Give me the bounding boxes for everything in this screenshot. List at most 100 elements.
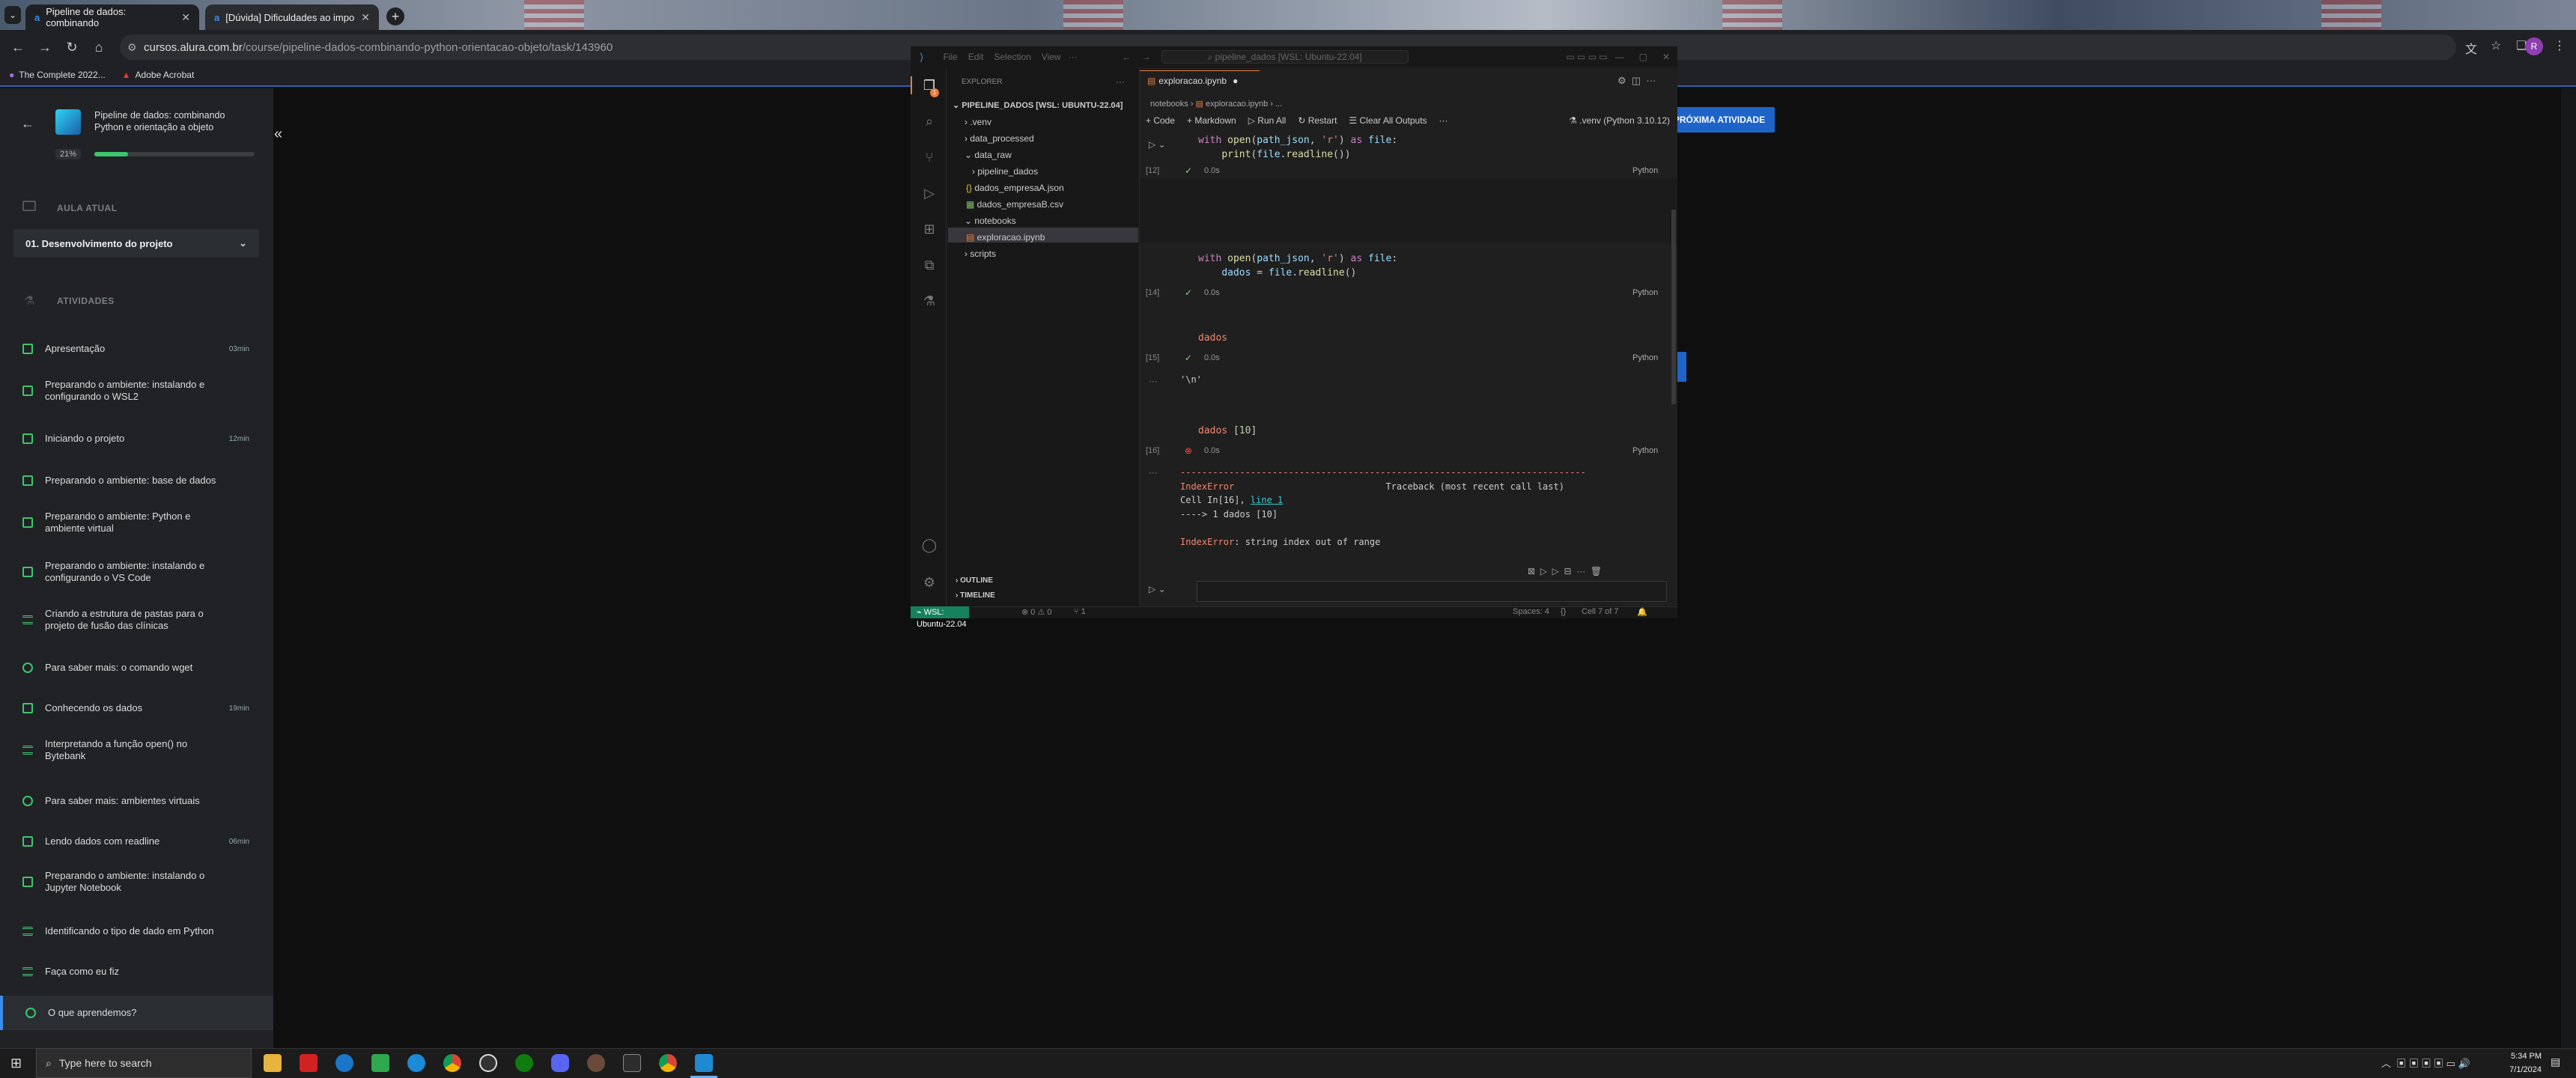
nav-back-icon[interactable]: ←: [1123, 52, 1131, 62]
activity-item[interactable]: Para saber mais: ambientes virtuais: [0, 788, 273, 814]
back-icon[interactable]: ←: [4, 40, 31, 55]
terminal-icon[interactable]: [623, 1054, 641, 1072]
tree-folder-notebooks[interactable]: ⌄ notebooks: [965, 216, 1016, 226]
tree-folder-data-raw[interactable]: ⌄ data_raw: [965, 150, 1012, 160]
activity-item[interactable]: Para saber mais: o comando wget: [0, 654, 273, 681]
menu-edit[interactable]: Edit: [968, 52, 984, 62]
code-cell[interactable]: with open(path_json, 'r') as file: print…: [1198, 133, 1677, 162]
remote-explorer-icon[interactable]: ⧉: [921, 258, 938, 274]
bookmark-item[interactable]: The Complete 2022...: [19, 70, 105, 80]
nav-forward-icon[interactable]: →: [1142, 52, 1151, 62]
extensions-icon[interactable]: ⊞: [921, 222, 938, 238]
activity-item[interactable]: Identificando o tipo de dado em Python: [0, 918, 273, 945]
cell-language[interactable]: Python: [1632, 353, 1658, 362]
run-cell-icon[interactable]: ▷ ⌄: [1149, 139, 1166, 150]
command-center-search[interactable]: ⌕ pipeline_dados [WSL: Ubuntu-22.04]: [1161, 50, 1409, 64]
site-info-icon[interactable]: ⚙: [127, 41, 137, 54]
browser-tab[interactable]: a [Dúvida] Dificuldades ao impo ✕: [205, 4, 379, 30]
close-icon[interactable]: ✕: [361, 11, 370, 24]
next-activity-button[interactable]: PRÓXIMA ATIVIDADE: [1664, 107, 1775, 133]
editor-scrollbar[interactable]: [1671, 210, 1676, 404]
scroll-button[interactable]: [1677, 352, 1686, 382]
tree-file-json[interactable]: {} dados_empresaA.json: [966, 183, 1064, 193]
new-tab-button[interactable]: +: [386, 7, 404, 25]
profile-avatar[interactable]: R: [2525, 37, 2543, 55]
menu-selection[interactable]: Selection: [994, 52, 1031, 62]
run-cell-icon[interactable]: ▷ ⌄: [1149, 584, 1166, 594]
tree-file-notebook[interactable]: ▤ exploracao.ipynb: [966, 232, 1045, 243]
search-icon[interactable]: ⌕: [921, 114, 938, 130]
minimize-icon[interactable]: —: [1615, 52, 1624, 62]
menu-kebab-icon[interactable]: ⋮: [2554, 38, 2566, 53]
tree-folder-pipeline-dados[interactable]: › pipeline_dados: [972, 166, 1038, 177]
file-explorer-icon[interactable]: [264, 1054, 282, 1072]
cell-language[interactable]: Python: [1632, 288, 1658, 297]
store-icon[interactable]: [371, 1054, 389, 1072]
activity-item[interactable]: Preparando o ambiente: instalando e conf…: [0, 377, 273, 404]
activity-item[interactable]: Apresentação 03min: [0, 335, 273, 362]
run-debug-icon[interactable]: ▷: [921, 186, 938, 202]
steam-icon[interactable]: [479, 1054, 497, 1072]
activity-item[interactable]: Preparando o ambiente: Python e ambiente…: [0, 509, 273, 536]
kernel-picker[interactable]: ⚗ .venv (Python 3.10.12): [1569, 115, 1670, 126]
timeline-section[interactable]: › TIMELINE: [956, 591, 995, 600]
editor-tab[interactable]: ▤ exploracao.ipynb ●: [1140, 70, 1260, 90]
close-icon[interactable]: ✕: [181, 11, 190, 24]
notifications-icon[interactable]: ▤: [2551, 1056, 2560, 1068]
tab-search-button[interactable]: ⌄: [4, 6, 21, 24]
windows-start-icon[interactable]: ⊞: [10, 1056, 22, 1071]
breadcrumb-item[interactable]: ...: [1275, 100, 1282, 109]
tree-file-csv[interactable]: ▦ dados_empresaB.csv: [966, 199, 1063, 210]
system-clock[interactable]: 5:34 PM 7/1/2024: [2494, 1050, 2542, 1077]
account-icon[interactable]: ◯: [921, 538, 938, 554]
error-line-link[interactable]: line 1: [1251, 495, 1283, 505]
tree-folder-venv[interactable]: › .venv: [965, 117, 991, 127]
problems-indicator[interactable]: ⊗ 0 ⚠ 0: [1021, 607, 1051, 617]
unsaved-dot-icon[interactable]: ●: [1233, 76, 1238, 86]
tree-folder-scripts[interactable]: › scripts: [965, 249, 996, 259]
chrome-icon[interactable]: [443, 1054, 461, 1072]
xbox-icon[interactable]: [515, 1054, 533, 1072]
editor-actions-icon[interactable]: ⚙ ◫ ···: [1617, 75, 1656, 87]
module-dropdown[interactable]: 01. Desenvolvimento do projeto ⌄: [13, 229, 259, 258]
activity-item[interactable]: Criando a estrutura de pastas para o pro…: [0, 606, 273, 633]
course-title[interactable]: Pipeline de dados: combinando Python e o…: [94, 109, 244, 133]
settings-gear-icon[interactable]: ⚙: [921, 575, 938, 591]
activity-item[interactable]: Preparando o ambiente: base de dados: [0, 467, 273, 494]
cell-toolbar[interactable]: ⊠ ▷ ▷ ⊟ ··· 🗑: [1528, 566, 1602, 576]
game-icon[interactable]: [587, 1054, 605, 1072]
maximize-icon[interactable]: ▢: [1639, 52, 1647, 62]
menu-view[interactable]: View: [1042, 52, 1061, 62]
activity-item[interactable]: Lendo dados com readline 06min: [0, 828, 273, 855]
layout-toggle-icon[interactable]: ▭ ▭ ▭ ▭: [1566, 52, 1607, 62]
collapse-sidebar-icon[interactable]: «: [274, 126, 282, 143]
chrome-profile-icon[interactable]: [659, 1054, 677, 1072]
activity-item[interactable]: Preparando o ambiente: instalando o Jupy…: [0, 868, 273, 895]
restart-button[interactable]: ↻ Restart: [1298, 115, 1337, 126]
add-markdown-button[interactable]: + Markdown: [1187, 115, 1236, 126]
discord-icon[interactable]: [551, 1054, 569, 1072]
vpn-icon[interactable]: [335, 1054, 353, 1072]
braces-icon[interactable]: {}: [1561, 607, 1566, 616]
tree-folder-data-processed[interactable]: › data_processed: [965, 133, 1034, 144]
close-window-icon[interactable]: ✕: [1662, 52, 1670, 62]
bookmark-item[interactable]: Adobe Acrobat: [136, 70, 195, 80]
add-code-button[interactable]: + Code: [1146, 115, 1175, 126]
cell-language[interactable]: Python: [1632, 446, 1658, 455]
breadcrumb-item[interactable]: exploracao.ipynb: [1206, 100, 1268, 109]
page-scrollbar[interactable]: [2561, 88, 2576, 1048]
clear-outputs-button[interactable]: ☰ Clear All Outputs: [1349, 115, 1427, 126]
cell-position[interactable]: Cell 7 of 7: [1582, 607, 1619, 616]
more-icon[interactable]: ···: [1439, 115, 1448, 126]
ports-indicator[interactable]: ⑂ 1: [1074, 607, 1086, 616]
edge-icon[interactable]: [407, 1054, 425, 1072]
remote-indicator[interactable]: ⌁ WSL: Ubuntu-22.04: [911, 606, 969, 629]
outline-section[interactable]: › OUTLINE: [956, 576, 993, 585]
menu-more-icon[interactable]: ···: [1069, 52, 1078, 62]
code-cell[interactable]: dados [10]: [1198, 425, 1677, 436]
menu-file[interactable]: File: [943, 52, 957, 62]
more-actions-icon[interactable]: ···: [1116, 76, 1125, 87]
activity-item[interactable]: O que aprendemos?: [0, 996, 273, 1030]
tray-icons[interactable]: ︿ ▣ ▣ ▣ ▣ ▭ 🔊: [2381, 1056, 2470, 1070]
workspace-root[interactable]: ⌄ PIPELINE_DADOS [WSL: UBUNTU-22.04]: [953, 100, 1123, 110]
